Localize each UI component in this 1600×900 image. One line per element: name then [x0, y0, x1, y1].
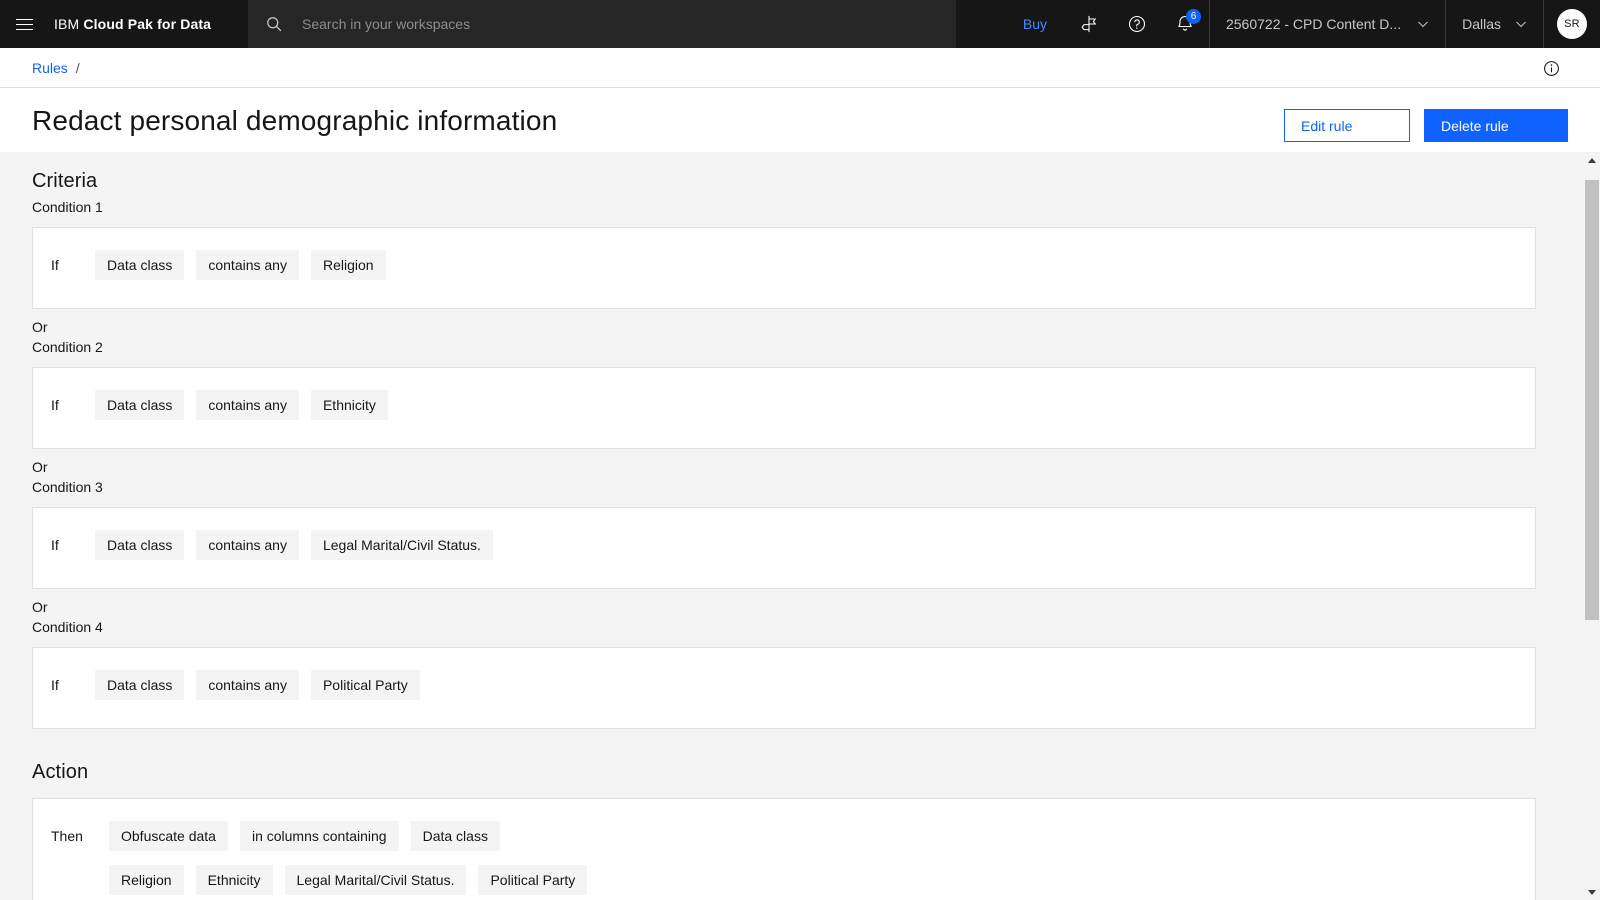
chip-value: Ethnicity	[310, 390, 388, 420]
breadcrumb-item-rules[interactable]: Rules	[32, 60, 68, 76]
if-label: If	[51, 257, 59, 273]
brand-product: Cloud Pak for Data	[83, 16, 212, 32]
chip-value: Legal Marital/Civil Status.	[284, 865, 467, 895]
chip-attribute: Data class	[95, 250, 185, 280]
breadcrumb-separator: /	[75, 59, 80, 76]
notification-bell-icon[interactable]: 6	[1161, 0, 1209, 48]
signpost-icon[interactable]	[1065, 0, 1113, 48]
brand-ibm: IBM	[54, 16, 80, 32]
account-selector[interactable]: 2560722 - CPD Content D...	[1210, 0, 1445, 48]
chip-operator: contains any	[196, 390, 299, 420]
global-header: IBM Cloud Pak for Data Buy	[0, 0, 1600, 48]
condition-2-card: If Data class contains any Ethnicity	[32, 367, 1536, 449]
notification-badge: 6	[1185, 9, 1201, 24]
or-label-3: Or	[32, 599, 48, 615]
search-input[interactable]	[302, 1, 902, 47]
brand-title[interactable]: IBM Cloud Pak for Data	[48, 16, 211, 32]
search-icon	[267, 17, 282, 32]
condition-1-card: If Data class contains any Religion	[32, 227, 1536, 309]
condition-3-label: Condition 3	[32, 479, 103, 495]
chip-operator: contains any	[196, 250, 299, 280]
chip-operator: contains any	[196, 530, 299, 560]
condition-4-label: Condition 4	[32, 619, 103, 635]
if-label: If	[51, 537, 59, 553]
or-label-2: Or	[32, 459, 48, 475]
condition-3-chips: Data class contains any Legal Marital/Ci…	[95, 530, 493, 560]
chip-value: Ethnicity	[195, 865, 273, 895]
or-label-1: Or	[32, 319, 48, 335]
chevron-down-icon	[1418, 21, 1428, 28]
chip-attribute: Data class	[95, 670, 185, 700]
page-header: Redact personal demographic information …	[0, 89, 1600, 152]
delete-rule-button[interactable]: Delete rule	[1424, 109, 1568, 142]
condition-1-label: Condition 1	[32, 199, 103, 215]
condition-1-chips: Data class contains any Religion	[95, 250, 386, 280]
buy-button[interactable]: Buy	[1005, 0, 1065, 48]
account-label: 2560722 - CPD Content D...	[1225, 16, 1402, 32]
content-inner: Criteria Condition 1 If Data class conta…	[0, 152, 1568, 900]
information-circle-icon[interactable]	[1543, 60, 1560, 77]
region-selector[interactable]: Dallas	[1446, 0, 1543, 48]
breadcrumb-bar: Rules /	[0, 48, 1600, 88]
scroll-down-arrow-icon[interactable]	[1584, 884, 1600, 900]
action-card: Then Obfuscate data in columns containin…	[32, 798, 1536, 900]
chip-operator: contains any	[196, 670, 299, 700]
region-label: Dallas	[1462, 16, 1501, 32]
chip-attribute: Data class	[95, 530, 185, 560]
edit-rule-button[interactable]: Edit rule	[1284, 109, 1410, 142]
if-label: If	[51, 397, 59, 413]
condition-4-card: If Data class contains any Political Par…	[32, 647, 1536, 729]
help-circle-icon[interactable]	[1113, 0, 1161, 48]
chip-value: Legal Marital/Civil Status.	[310, 530, 493, 560]
avatar: SR	[1557, 9, 1587, 39]
scroll-up-triangle	[1588, 157, 1596, 163]
condition-2-chips: Data class contains any Ethnicity	[95, 390, 388, 420]
chip-scope: in columns containing	[239, 821, 399, 851]
condition-3-card: If Data class contains any Legal Marital…	[32, 507, 1536, 589]
action-chips-row-2: Religion Ethnicity Legal Marital/Civil S…	[109, 865, 588, 895]
chip-value: Political Party	[478, 865, 588, 895]
scroll-up-arrow-icon[interactable]	[1584, 152, 1600, 168]
chip-action: Obfuscate data	[109, 821, 228, 851]
action-chip-rows: Obfuscate data in columns containing Dat…	[109, 821, 588, 895]
vertical-scrollbar[interactable]	[1584, 152, 1600, 900]
global-search[interactable]	[248, 0, 956, 48]
content-scroll-region[interactable]: Criteria Condition 1 If Data class conta…	[0, 152, 1600, 900]
scrollbar-thumb[interactable]	[1585, 180, 1599, 620]
chip-value: Religion	[109, 865, 184, 895]
chip-attribute: Data class	[410, 821, 500, 851]
page-actions: Edit rule Delete rule	[1284, 109, 1568, 142]
then-label: Then	[51, 828, 83, 844]
condition-2-label: Condition 2	[32, 339, 103, 355]
if-label: If	[51, 677, 59, 693]
page-title: Redact personal demographic information	[32, 105, 558, 136]
chip-value: Religion	[310, 250, 386, 280]
hamburger-menu-icon[interactable]	[0, 0, 48, 48]
action-heading: Action	[32, 761, 89, 783]
header-right-cluster: Buy 6 2560722 - CPD Content D... Dallas …	[1005, 0, 1600, 48]
action-section: Action Then Obfuscate data in columns co…	[0, 743, 1568, 900]
action-chips-row-1: Obfuscate data in columns containing Dat…	[109, 821, 587, 851]
scroll-down-triangle	[1588, 889, 1596, 895]
chip-attribute: Data class	[95, 390, 185, 420]
condition-4-chips: Data class contains any Political Party	[95, 670, 420, 700]
breadcrumb: Rules /	[32, 60, 80, 76]
chip-value: Political Party	[310, 670, 420, 700]
chevron-down-icon	[1516, 21, 1526, 28]
criteria-heading: Criteria	[32, 170, 98, 192]
user-avatar-button[interactable]: SR	[1544, 0, 1600, 48]
